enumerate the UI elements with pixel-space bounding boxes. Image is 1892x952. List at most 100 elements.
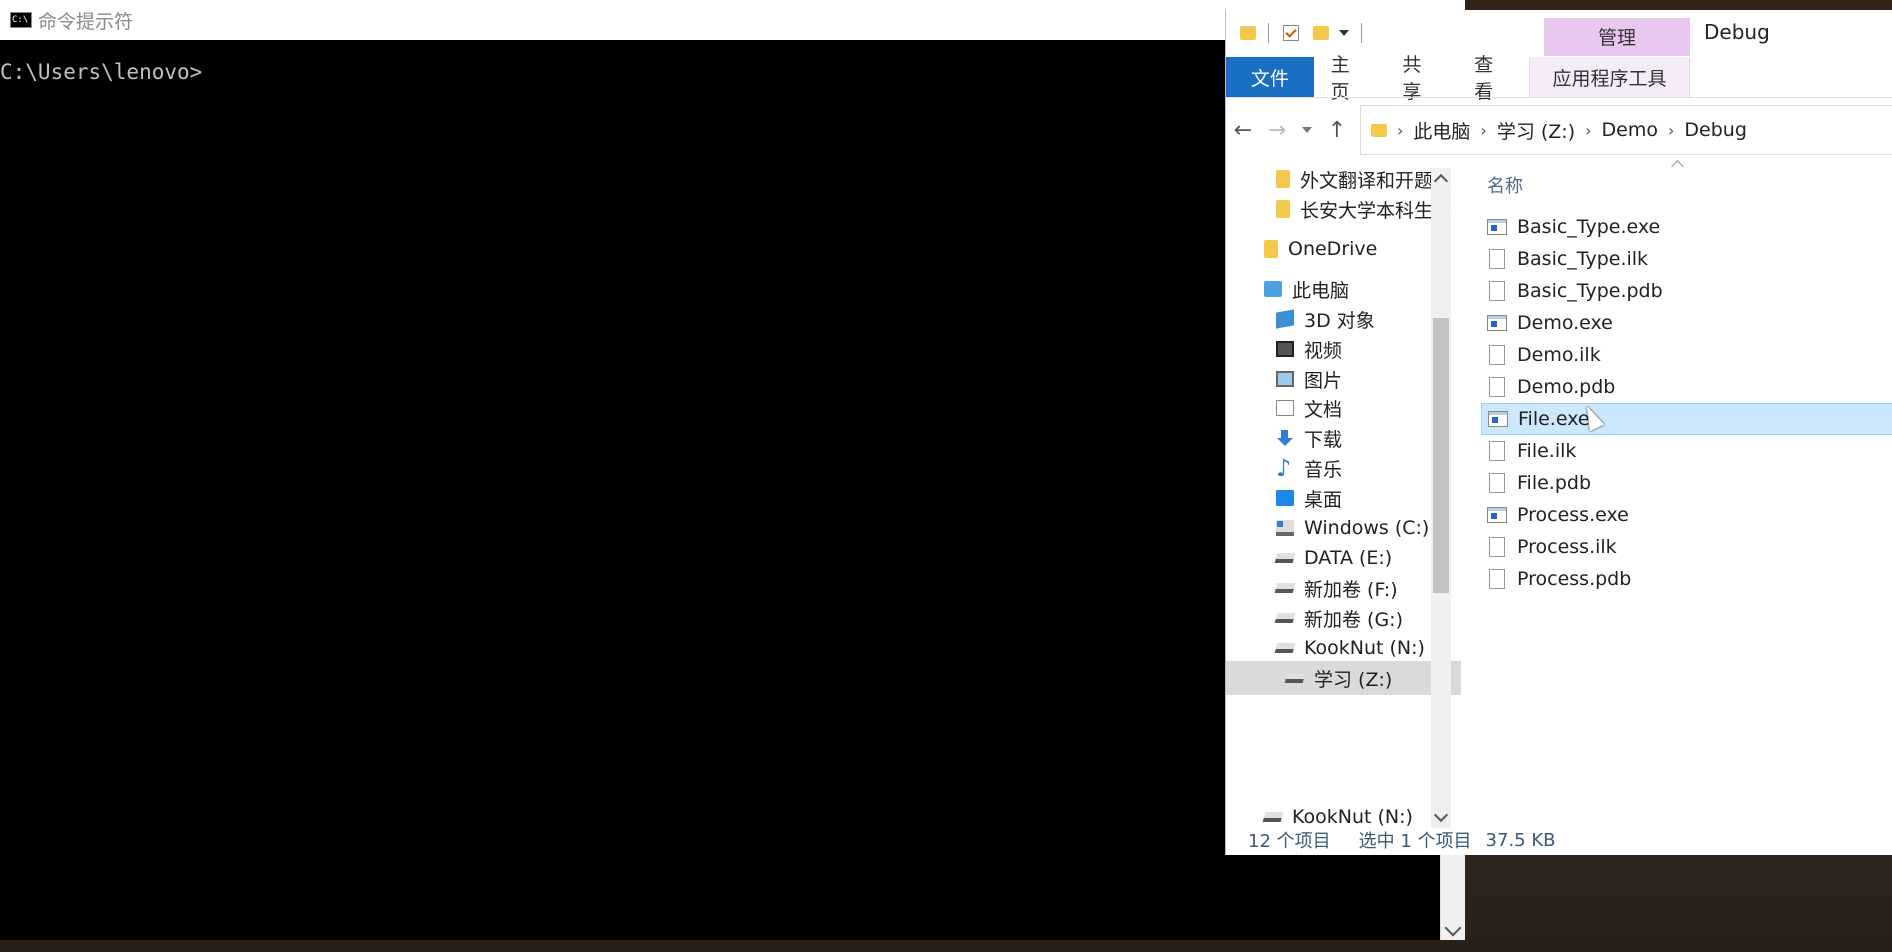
file-row[interactable]: Process.exe bbox=[1481, 499, 1892, 531]
document-file-icon bbox=[1489, 377, 1505, 397]
drive-icon bbox=[1284, 673, 1306, 683]
nav-item-this-pc[interactable]: 此电脑 bbox=[1264, 272, 1349, 306]
file-name: Demo.ilk bbox=[1517, 344, 1601, 366]
file-row[interactable]: Basic_Type.ilk bbox=[1481, 243, 1892, 275]
item-count: 12 个项目 bbox=[1248, 831, 1331, 852]
nav-item-drive-g[interactable]: 新加卷 (G:) bbox=[1274, 601, 1403, 635]
document-file-icon bbox=[1489, 537, 1505, 557]
tab-share[interactable]: 共享 bbox=[1385, 54, 1457, 103]
new-folder-icon[interactable] bbox=[1313, 25, 1329, 40]
file-name: File.pdb bbox=[1517, 472, 1592, 494]
breadcrumb-this-pc[interactable]: 此电脑 bbox=[1413, 117, 1470, 144]
ribbon-divider bbox=[1226, 97, 1892, 98]
nav-label: DATA (E:) bbox=[1304, 547, 1393, 569]
file-row[interactable]: Basic_Type.pdb bbox=[1481, 275, 1892, 307]
file-name: Basic_Type.ilk bbox=[1517, 248, 1649, 270]
file-name: Basic_Type.exe bbox=[1517, 216, 1661, 238]
document-file-icon bbox=[1489, 249, 1505, 269]
up-arrow-icon[interactable]: ↑ bbox=[1320, 118, 1354, 143]
3d-objects-icon bbox=[1276, 309, 1294, 329]
nav-item-3d-objects[interactable]: 3D 对象 bbox=[1276, 302, 1375, 336]
file-row[interactable]: File.ilk bbox=[1481, 435, 1892, 467]
drive-icon bbox=[1274, 613, 1296, 623]
recent-locations-dropdown-icon[interactable] bbox=[1302, 127, 1312, 133]
window-title: Debug bbox=[1704, 20, 1770, 44]
nav-item-folder-2[interactable]: 长安大学本科生毕 bbox=[1276, 192, 1452, 226]
properties-icon[interactable] bbox=[1283, 24, 1299, 41]
tab-home[interactable]: 主页 bbox=[1314, 54, 1386, 103]
nav-item-onedrive[interactable]: OneDrive bbox=[1264, 232, 1377, 266]
nav-item-drive-n[interactable]: KookNut (N:) bbox=[1274, 631, 1425, 665]
nav-item-videos[interactable]: 视频 bbox=[1276, 332, 1342, 366]
cmd-window-title: 命令提示符 bbox=[38, 10, 134, 33]
breadcrumb-demo[interactable]: Demo bbox=[1602, 119, 1658, 141]
nav-label: 文档 bbox=[1304, 398, 1343, 421]
selection-size: 37.5 KB bbox=[1485, 829, 1556, 851]
file-row[interactable]: Basic_Type.exe bbox=[1481, 211, 1892, 243]
nav-label: 学习 (Z:) bbox=[1314, 668, 1393, 691]
executable-file-icon bbox=[1487, 219, 1507, 235]
drive-icon bbox=[1274, 583, 1296, 593]
file-row[interactable]: Process.pdb bbox=[1481, 563, 1892, 595]
address-bar[interactable]: › 此电脑 › 学习 (Z:) › Demo › Debug bbox=[1360, 105, 1892, 155]
file-name: Process.exe bbox=[1517, 504, 1629, 526]
manage-context-tab[interactable]: 管理 bbox=[1544, 18, 1690, 56]
nav-label: KookNut (N:) bbox=[1304, 637, 1425, 659]
folder-icon bbox=[1276, 170, 1290, 188]
file-name: Demo.exe bbox=[1517, 312, 1613, 334]
nav-label: 新加卷 (F:) bbox=[1304, 578, 1398, 601]
nav-item-drive-f[interactable]: 新加卷 (F:) bbox=[1274, 571, 1398, 605]
breadcrumb-drive-z[interactable]: 学习 (Z:) bbox=[1497, 117, 1575, 144]
file-row-selected[interactable]: File.exe bbox=[1481, 403, 1892, 435]
separator bbox=[1361, 22, 1362, 43]
file-name: File.exe bbox=[1518, 408, 1590, 430]
forward-arrow-icon[interactable]: → bbox=[1260, 118, 1294, 143]
file-explorer-window[interactable]: 管理 Debug 文件 主页 共享 查看 应用程序工具 ← → ↑ › 此电脑 … bbox=[1225, 10, 1892, 855]
executable-file-icon bbox=[1487, 507, 1507, 523]
nav-pane-scrollbar[interactable] bbox=[1431, 168, 1451, 828]
column-header-name[interactable]: 名称 bbox=[1487, 172, 1523, 198]
chevron-right-icon[interactable]: › bbox=[1397, 121, 1403, 140]
drive-icon bbox=[1262, 812, 1284, 822]
nav-label: 外文翻译和开题报 bbox=[1300, 169, 1453, 192]
document-file-icon bbox=[1489, 473, 1505, 493]
nav-item-folder-1[interactable]: 外文翻译和开题报 bbox=[1276, 162, 1452, 196]
nav-label: 新加卷 (G:) bbox=[1304, 608, 1403, 631]
breadcrumb-debug[interactable]: Debug bbox=[1684, 119, 1746, 141]
scroll-down-icon[interactable] bbox=[1433, 807, 1449, 823]
desktop-icon bbox=[1276, 490, 1294, 506]
file-row[interactable]: Demo.ilk bbox=[1481, 339, 1892, 371]
file-row[interactable]: Demo.exe bbox=[1481, 307, 1892, 339]
file-list: 名称 Basic_Type.exe Basic_Type.ilk Basic_T… bbox=[1481, 160, 1892, 832]
nav-item-drive-e[interactable]: DATA (E:) bbox=[1274, 541, 1393, 575]
scroll-down-icon[interactable] bbox=[1444, 919, 1462, 937]
tab-view[interactable]: 查看 bbox=[1457, 54, 1529, 103]
chevron-right-icon[interactable]: › bbox=[1480, 121, 1486, 140]
chevron-right-icon[interactable]: › bbox=[1585, 121, 1591, 140]
customize-dropdown-icon[interactable] bbox=[1339, 29, 1349, 36]
scroll-up-icon[interactable] bbox=[1433, 173, 1449, 189]
documents-icon bbox=[1276, 400, 1294, 416]
cmd-app-icon bbox=[10, 12, 32, 28]
selection-count: 选中 1 个项目 bbox=[1358, 831, 1472, 852]
scrollbar-thumb[interactable] bbox=[1433, 318, 1449, 593]
tab-app-tools[interactable]: 应用程序工具 bbox=[1528, 57, 1690, 97]
cmd-prompt-line[interactable]: C:\Users\lenovo> bbox=[0, 60, 202, 84]
download-icon bbox=[1276, 430, 1294, 446]
tab-file[interactable]: 文件 bbox=[1226, 57, 1314, 97]
nav-item-desktop[interactable]: 桌面 bbox=[1276, 481, 1342, 515]
file-row[interactable]: Demo.pdb bbox=[1481, 371, 1892, 403]
nav-item-documents[interactable]: 文档 bbox=[1276, 391, 1342, 425]
file-row[interactable]: Process.ilk bbox=[1481, 531, 1892, 563]
nav-item-drive-c[interactable]: Windows (C:) bbox=[1276, 511, 1429, 545]
file-row[interactable]: File.pdb bbox=[1481, 467, 1892, 499]
nav-item-music[interactable]: 音乐 bbox=[1276, 451, 1342, 485]
file-name: Demo.pdb bbox=[1517, 376, 1616, 398]
chevron-right-icon[interactable]: › bbox=[1668, 121, 1674, 140]
windows-drive-icon bbox=[1276, 520, 1294, 536]
back-arrow-icon[interactable]: ← bbox=[1226, 118, 1260, 143]
nav-label: 下载 bbox=[1304, 428, 1343, 451]
nav-item-downloads[interactable]: 下载 bbox=[1276, 421, 1342, 455]
nav-item-drive-z[interactable]: 学习 (Z:) bbox=[1226, 661, 1461, 695]
document-file-icon bbox=[1489, 441, 1505, 461]
